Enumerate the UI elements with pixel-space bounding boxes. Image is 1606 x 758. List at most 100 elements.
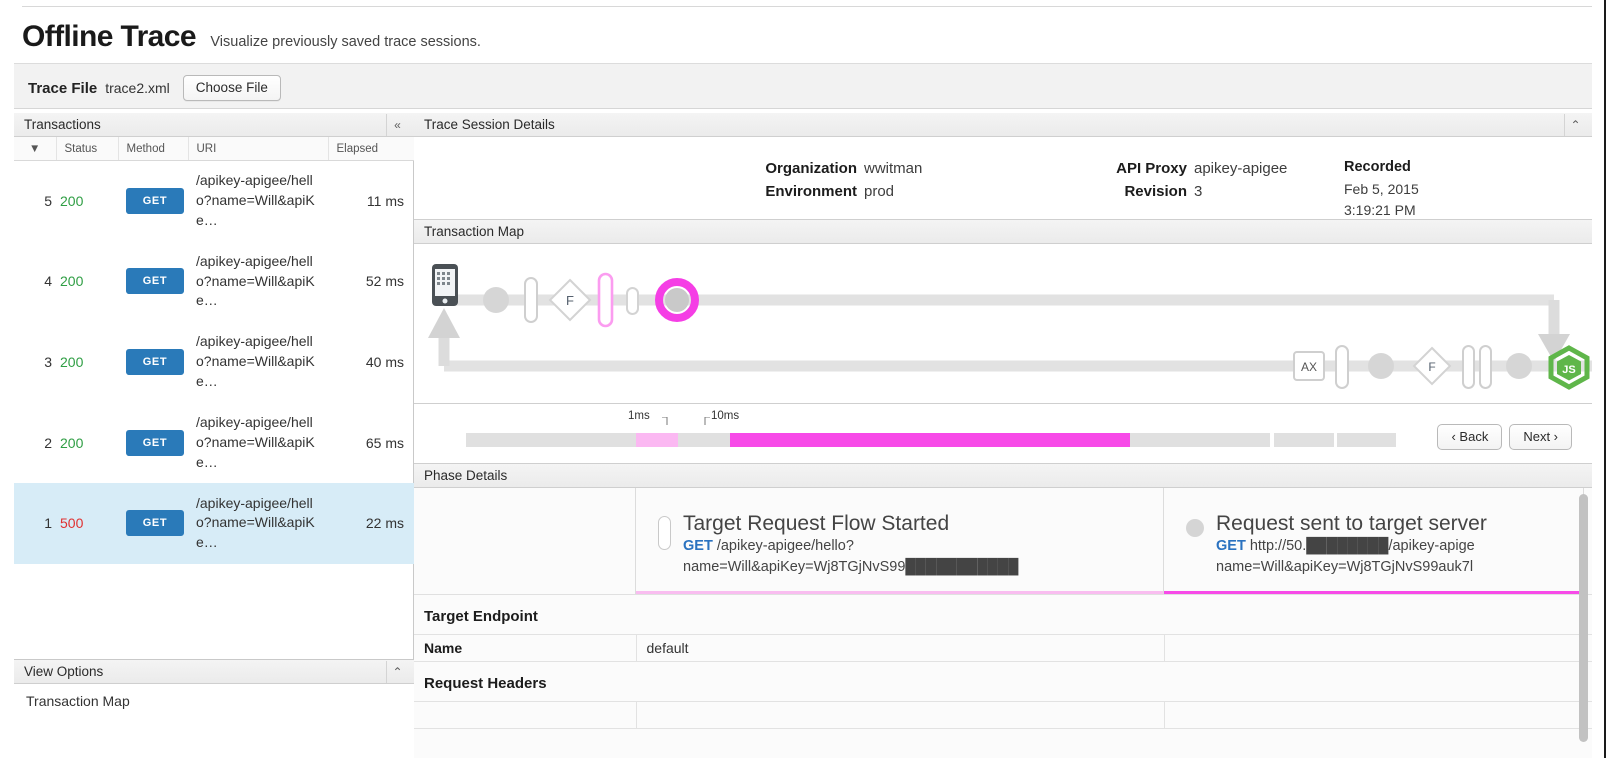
transactions-panel: Transactions « ▼ Status Method URI Elaps… <box>14 113 414 659</box>
table-row[interactable]: 4 200 GET /apikey-apigee/hello?name=Will… <box>14 241 414 322</box>
col-method[interactable]: Method <box>118 137 188 161</box>
policy-pill-2 <box>1336 346 1348 388</box>
session-details-body: Organization wwitman Environment prod AP… <box>414 137 1592 220</box>
uri-cell: /apikey-apigee/hello?name=Will&apiKe… <box>188 402 328 483</box>
next-button[interactable]: Next › <box>1509 424 1572 450</box>
elapsed-cell: 52 ms <box>328 241 414 322</box>
api-proxy-label: API Proxy <box>1116 157 1187 180</box>
request-header-key <box>414 702 636 729</box>
svg-text:F: F <box>1428 360 1435 374</box>
col-status[interactable]: Status <box>56 137 118 161</box>
flow-diamond-2: F <box>1414 348 1450 384</box>
uri-cell: /apikey-apigee/hello?name=Will&apiKe… <box>188 161 328 242</box>
tick-bracket-1ms <box>662 417 668 425</box>
elapsed-cell: 22 ms <box>328 483 414 564</box>
http-verb: GET <box>1216 538 1246 554</box>
chevron-down-icon[interactable]: ⌃ <box>386 661 408 683</box>
chevron-up-icon[interactable]: ⌃ <box>1564 114 1586 136</box>
table-row[interactable]: 2 200 GET /apikey-apigee/hello?name=Will… <box>14 402 414 483</box>
method-cell: GET <box>118 322 188 403</box>
recorded-label: Recorded <box>1344 157 1584 179</box>
phase-card-empty <box>414 488 636 594</box>
policy-pill-3 <box>1463 346 1474 388</box>
table-row-selected[interactable]: 1 500 GET /apikey-apigee/hello?name=Will… <box>14 483 414 564</box>
phase-card-request-line: GET /apikey-apigee/hello? <box>683 536 1018 557</box>
timeline-segment[interactable] <box>466 433 636 447</box>
elapsed-cell: 11 ms <box>328 161 414 242</box>
col-elapsed[interactable]: Elapsed <box>328 137 414 161</box>
trace-file-bar: Trace File trace2.xml Choose File <box>14 64 1592 109</box>
uri-cell: /apikey-apigee/hello?name=Will&apiKe… <box>188 322 328 403</box>
target-endpoint-name-extra <box>1164 635 1592 662</box>
organization-label: Organization <box>765 157 857 180</box>
timeline-segment[interactable] <box>1337 433 1396 447</box>
timeline-segment-active[interactable] <box>730 433 1130 447</box>
method-badge[interactable]: GET <box>126 430 184 456</box>
transactions-table: ▼ Status Method URI Elapsed 5 200 GET /a… <box>14 137 414 564</box>
col-uri[interactable]: URI <box>188 137 328 161</box>
timeline-segment[interactable] <box>678 433 730 447</box>
elapsed-cell: 65 ms <box>328 402 414 483</box>
right-column: Trace Session Details ⌃ Organization wwi… <box>414 113 1592 758</box>
phase-card-request-sent-to-target[interactable]: Request sent to target server GET http:/… <box>1164 488 1584 594</box>
timeline-segment[interactable] <box>1274 433 1334 447</box>
view-options-body: Transaction Map <box>14 684 414 718</box>
transactions-table-body: 5 200 GET /apikey-apigee/hello?name=Will… <box>14 161 414 564</box>
view-options-header: View Options ⌃ <box>14 660 414 684</box>
phase-card-query-line: name=Will&apiKey=Wj8TGjNvS99auk7l <box>1216 557 1487 578</box>
table-row: Name default <box>414 635 1592 662</box>
timeline-nav: ‹ Back Next › <box>1437 424 1572 450</box>
view-options-panel: View Options ⌃ Transaction Map <box>14 659 414 758</box>
row-index: 3 <box>14 322 56 403</box>
timeline-segment-prev[interactable] <box>636 433 678 447</box>
timeline-segment[interactable] <box>1130 433 1270 447</box>
timeline-track[interactable] <box>466 433 1396 447</box>
svg-text:F: F <box>566 293 574 308</box>
field-api-proxy: API Proxy apikey-apigee <box>1014 157 1344 180</box>
method-cell: GET <box>118 402 188 483</box>
top-divider <box>22 6 1592 7</box>
phase-details-title: Phase Details <box>424 468 1586 483</box>
target-endpoint-heading: Target Endpoint <box>414 595 1592 634</box>
phase-card-target-request-flow[interactable]: Target Request Flow Started GET /apikey-… <box>636 488 1164 594</box>
status-text: 200 <box>60 193 83 209</box>
col-sort-indicator[interactable]: ▼ <box>14 137 56 161</box>
method-badge[interactable]: GET <box>126 188 184 214</box>
analytics-box: AX <box>1294 352 1324 380</box>
http-verb: GET <box>683 538 713 554</box>
environment-label: Environment <box>765 180 857 203</box>
flow-dot-3 <box>1506 353 1532 379</box>
back-button[interactable]: ‹ Back <box>1437 424 1502 450</box>
request-headers-table <box>414 701 1592 729</box>
method-badge[interactable]: GET <box>126 349 184 375</box>
transaction-map-svg[interactable]: F AX F <box>414 244 1592 404</box>
phase-cards: Target Request Flow Started GET /apikey-… <box>414 488 1592 595</box>
method-badge[interactable]: GET <box>126 268 184 294</box>
collapse-left-icon[interactable]: « <box>386 114 408 136</box>
recorded-time: 3:19:21 PM <box>1344 200 1584 221</box>
request-path: /apikey-apigee/hello? <box>717 538 854 554</box>
status-badge: 500 <box>56 483 118 564</box>
method-cell: GET <box>118 241 188 322</box>
field-environment: Environment prod <box>414 180 1014 203</box>
flow-dot-icon <box>1186 519 1204 537</box>
method-badge[interactable]: GET <box>126 510 184 536</box>
target-endpoint-name-value: default <box>636 635 1164 662</box>
offline-trace-page: Offline Trace Visualize previously saved… <box>0 0 1606 758</box>
session-col-org: Organization wwitman Environment prod <box>414 157 1014 221</box>
revision-label: Revision <box>1124 180 1187 203</box>
table-row[interactable]: 5 200 GET /apikey-apigee/hello?name=Will… <box>14 161 414 242</box>
phase-details-scrollbar[interactable] <box>1579 494 1588 742</box>
svg-text:JS: JS <box>1562 364 1575 376</box>
choose-file-button[interactable]: Choose File <box>183 75 281 101</box>
transaction-map-header: Transaction Map <box>414 220 1592 244</box>
phase-details-body: Target Request Flow Started GET /apikey-… <box>414 488 1592 758</box>
policy-pill-4 <box>1480 346 1491 388</box>
table-row[interactable]: 3 200 GET /apikey-apigee/hello?name=Will… <box>14 322 414 403</box>
view-option-transaction-map[interactable]: Transaction Map <box>26 693 402 709</box>
session-details-header: Trace Session Details ⌃ <box>414 113 1592 137</box>
status-text: 200 <box>60 435 83 451</box>
row-index: 5 <box>14 161 56 242</box>
uri-cell: /apikey-apigee/hello?name=Will&apiKe… <box>188 241 328 322</box>
row-index: 1 <box>14 483 56 564</box>
